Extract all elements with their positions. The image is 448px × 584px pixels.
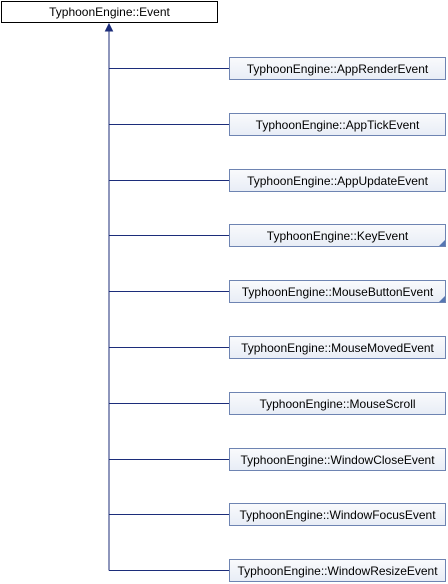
derived-class-node[interactable]: TyphoonEngine::KeyEvent bbox=[229, 224, 446, 247]
derived-class-node[interactable]: TyphoonEngine::AppUpdateEvent bbox=[229, 169, 446, 192]
derived-class-label: TyphoonEngine::WindowFocusEvent bbox=[239, 507, 436, 522]
derived-class-label: TyphoonEngine::KeyEvent bbox=[266, 228, 409, 243]
collapsed-subclasses-marker bbox=[439, 240, 445, 246]
derived-class-node[interactable]: TyphoonEngine::MouseButtonEvent bbox=[229, 280, 446, 303]
derived-class-label: TyphoonEngine::AppUpdateEvent bbox=[247, 173, 428, 188]
collapsed-subclasses-marker bbox=[439, 296, 445, 302]
base-class-label: TyphoonEngine::Event bbox=[49, 5, 170, 19]
derived-class-label: TyphoonEngine::WindowResizeEvent bbox=[237, 563, 438, 578]
derived-class-label: TyphoonEngine::MouseScroll bbox=[259, 396, 416, 411]
derived-class-label: TyphoonEngine::AppTickEvent bbox=[255, 117, 420, 132]
derived-class-label: TyphoonEngine::MouseButtonEvent bbox=[241, 284, 434, 299]
base-class-node[interactable]: TyphoonEngine::Event bbox=[1, 1, 218, 23]
derived-class-label: TyphoonEngine::WindowCloseEvent bbox=[240, 452, 435, 467]
derived-class-node[interactable]: TyphoonEngine::WindowFocusEvent bbox=[229, 503, 446, 526]
inheritance-arrowhead bbox=[104, 22, 114, 32]
derived-class-node[interactable]: TyphoonEngine::MouseMovedEvent bbox=[229, 336, 446, 359]
derived-class-node[interactable]: TyphoonEngine::WindowResizeEvent bbox=[229, 559, 446, 582]
inheritance-diagram: TyphoonEngine::Event TyphoonEngine::AppR… bbox=[0, 0, 448, 584]
derived-class-label: TyphoonEngine::MouseMovedEvent bbox=[241, 340, 434, 355]
derived-class-node[interactable]: TyphoonEngine::MouseScroll bbox=[229, 392, 446, 415]
derived-class-node[interactable]: TyphoonEngine::WindowCloseEvent bbox=[229, 448, 446, 471]
derived-class-label: TyphoonEngine::AppRenderEvent bbox=[246, 61, 429, 76]
derived-class-node[interactable]: TyphoonEngine::AppRenderEvent bbox=[229, 57, 446, 80]
derived-class-node[interactable]: TyphoonEngine::AppTickEvent bbox=[229, 113, 446, 136]
